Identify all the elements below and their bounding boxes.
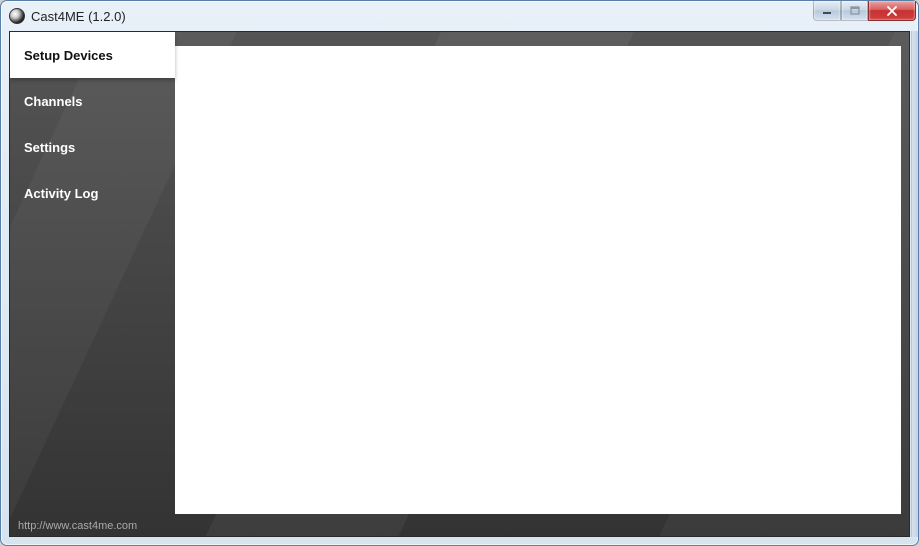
footer-link[interactable]: http://www.cast4me.com	[18, 520, 137, 532]
tab-setup-devices[interactable]: Setup Devices	[10, 32, 175, 78]
tab-label: Setup Devices	[24, 48, 113, 63]
tab-label: Activity Log	[24, 186, 98, 201]
app-window: Cast4ME (1.2.0) Setup Devices Channels S…	[0, 0, 919, 546]
tab-label: Settings	[24, 140, 75, 155]
tab-label: Channels	[24, 94, 83, 109]
client-area: Setup Devices Channels Settings Activity…	[9, 31, 910, 537]
window-controls	[813, 1, 916, 21]
window-title: Cast4ME (1.2.0)	[31, 9, 914, 24]
maximize-button[interactable]	[841, 1, 868, 21]
content-panel	[175, 46, 901, 514]
tab-activity-log[interactable]: Activity Log	[10, 170, 175, 216]
tab-channels[interactable]: Channels	[10, 78, 175, 124]
window-scrollbar[interactable]	[911, 31, 918, 537]
minimize-button[interactable]	[813, 1, 841, 21]
titlebar[interactable]: Cast4ME (1.2.0)	[1, 1, 918, 31]
sidebar: Setup Devices Channels Settings Activity…	[10, 32, 175, 536]
app-icon	[9, 8, 25, 24]
tab-settings[interactable]: Settings	[10, 124, 175, 170]
close-button[interactable]	[868, 1, 916, 21]
